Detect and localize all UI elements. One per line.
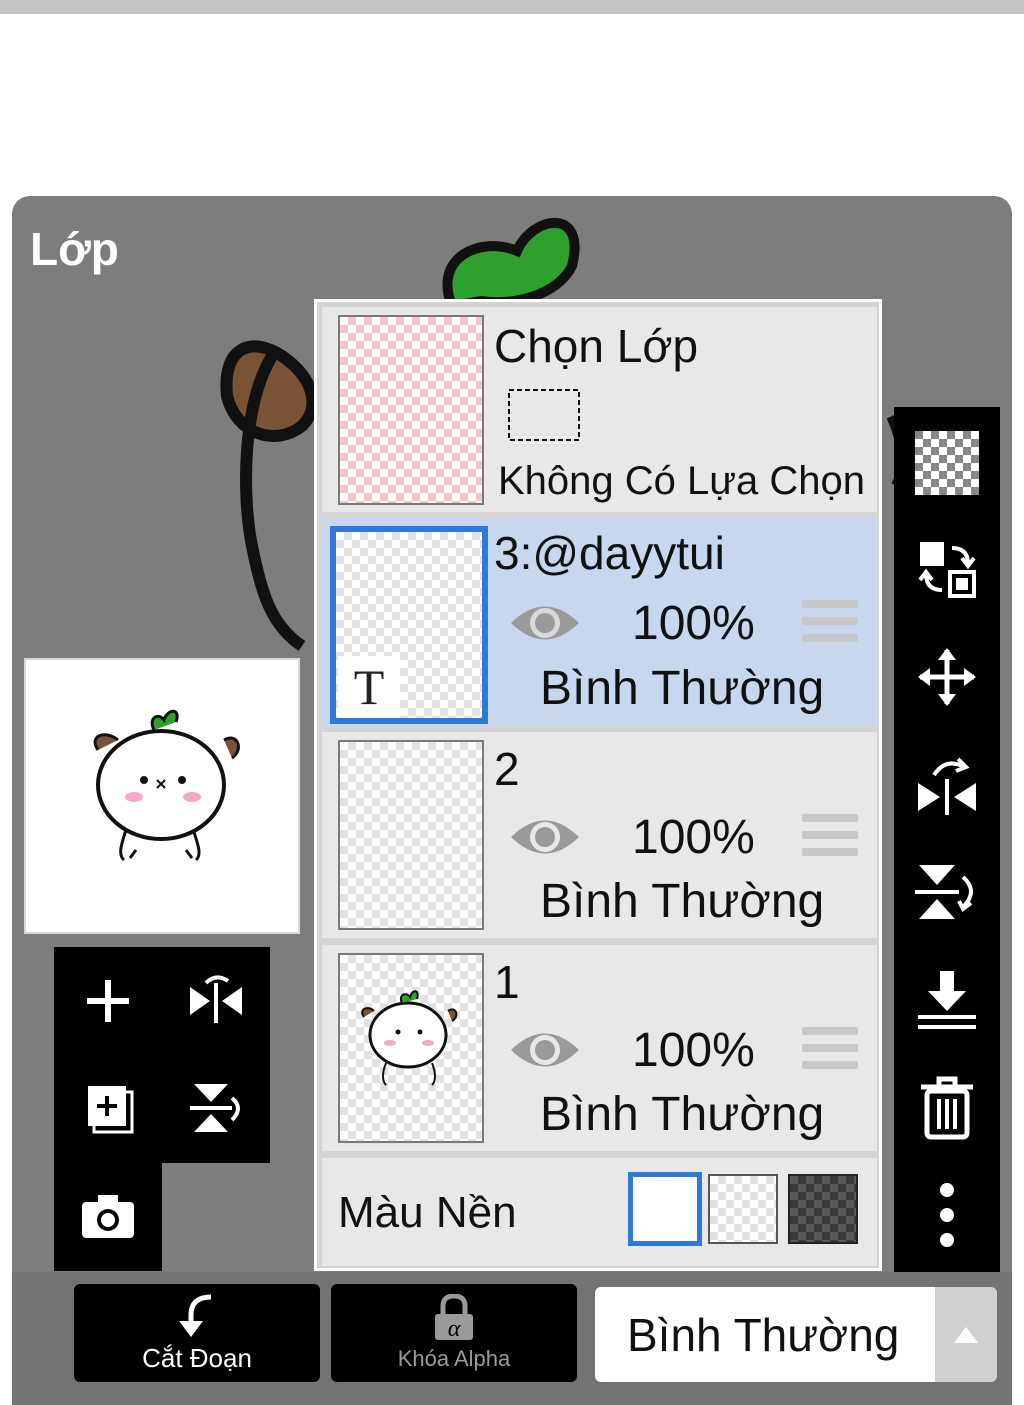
bg-transparent-swatch[interactable]	[708, 1174, 778, 1244]
character-drawing	[361, 990, 458, 1086]
background-color-label: Màu Nền	[338, 1188, 517, 1237]
trash-icon	[921, 1076, 973, 1140]
layer-opacity[interactable]: 100%	[632, 596, 755, 651]
clipping-arrow-icon	[179, 1294, 212, 1337]
alpha-lock-label: Khóa Alpha	[397, 1346, 511, 1371]
layer-thumbnail: T	[330, 526, 488, 724]
eye-icon[interactable]	[508, 812, 582, 862]
character-drawing	[93, 709, 240, 862]
canvas-preview[interactable]	[24, 658, 300, 934]
add-layer-button[interactable]	[68, 961, 148, 1041]
flip-vertical-button[interactable]	[176, 1068, 256, 1148]
flip-vertical-button[interactable]	[907, 852, 987, 932]
selection-layer-row[interactable]: Chọn Lớp Không Có Lựa Chọn	[322, 307, 877, 512]
layer-thumbnail	[338, 953, 484, 1143]
svg-text:α: α	[448, 1316, 461, 1342]
eye-icon[interactable]	[508, 598, 582, 648]
layer-blend-mode[interactable]: Bình Thường	[540, 661, 824, 716]
rotate-flip-button[interactable]	[907, 744, 987, 824]
selection-thumbnail	[338, 315, 484, 505]
bg-white-swatch[interactable]	[628, 1172, 702, 1246]
move-icon	[918, 648, 976, 706]
transparency-button[interactable]	[907, 423, 987, 503]
transparency-icon	[915, 431, 979, 495]
bottom-bar: Cắt Đoạn α Khóa Alpha Bình Thường	[12, 1272, 1012, 1405]
swap-layer-icon	[918, 542, 976, 598]
alpha-lock-button[interactable]: α Khóa Alpha	[331, 1284, 577, 1382]
layer-row[interactable]: T 3:@dayytui 100% Bình Thường	[322, 518, 877, 726]
selection-title: Chọn Lớp	[494, 320, 699, 372]
add-layer-icon	[88, 1086, 134, 1134]
layer-row[interactable]: 2 100% Bình Thường	[322, 732, 877, 938]
delete-layer-button[interactable]	[907, 1068, 987, 1148]
lock-icon: α	[435, 1294, 473, 1342]
drag-handle[interactable]	[802, 1027, 858, 1078]
more-icon	[940, 1183, 954, 1247]
text-layer-badge: T	[338, 656, 400, 718]
layer-blend-mode[interactable]: Bình Thường	[540, 874, 824, 929]
blend-mode-dropdown-button[interactable]	[935, 1287, 997, 1382]
panel-title: Lớp	[30, 223, 119, 275]
layer-name: 3:@dayytui	[494, 527, 725, 579]
camera-icon	[82, 1195, 134, 1238]
drag-handle[interactable]	[802, 814, 858, 865]
layers-list: Chọn Lớp Không Có Lựa Chọn T 3:@dayytui …	[314, 299, 882, 1271]
layer-opacity[interactable]: 100%	[632, 1023, 755, 1078]
flip-vertical-icon	[190, 1084, 240, 1132]
merge-down-button[interactable]	[907, 960, 987, 1040]
camera-button[interactable]	[68, 1176, 148, 1256]
move-button[interactable]	[907, 637, 987, 717]
chevron-up-icon	[954, 1326, 978, 1343]
clipping-label: Cắt Đoạn	[142, 1342, 252, 1373]
layer-opacity[interactable]: 100%	[632, 810, 755, 865]
selection-status: Không Có Lựa Chọn	[498, 459, 866, 503]
flip-horizontal-icon	[190, 975, 242, 1023]
status-bar	[0, 0, 1024, 14]
merge-down-icon	[918, 971, 976, 1029]
add-special-layer-button[interactable]	[68, 1068, 148, 1148]
rotate-flip-icon	[918, 757, 976, 815]
bg-dark-swatch[interactable]	[788, 1174, 858, 1244]
layer-row[interactable]: 1 100% Bình Thường	[322, 945, 877, 1151]
layer-name: 1	[494, 956, 520, 1008]
background-color-row: Màu Nền	[322, 1158, 877, 1266]
eye-icon[interactable]	[508, 1025, 582, 1075]
layer-blend-mode[interactable]: Bình Thường	[540, 1087, 824, 1142]
selection-rect-icon	[508, 389, 580, 441]
swap-layer-button[interactable]	[907, 529, 987, 609]
more-button[interactable]	[907, 1175, 987, 1255]
plus-icon	[87, 980, 129, 1022]
flip-horizontal-button[interactable]	[176, 961, 256, 1041]
flip-vertical-icon	[915, 865, 973, 919]
clipping-button[interactable]: Cắt Đoạn	[74, 1284, 320, 1382]
layer-panel: Lớp Chọn Lớp Không Có Lựa Chọn T 3:@dayy…	[12, 196, 1012, 1405]
layer-name: 2	[494, 743, 520, 795]
drag-handle[interactable]	[802, 600, 858, 651]
blend-mode-select[interactable]: Bình Thường	[595, 1287, 935, 1382]
right-toolbar	[894, 407, 1000, 1273]
layer-thumbnail	[338, 740, 484, 930]
